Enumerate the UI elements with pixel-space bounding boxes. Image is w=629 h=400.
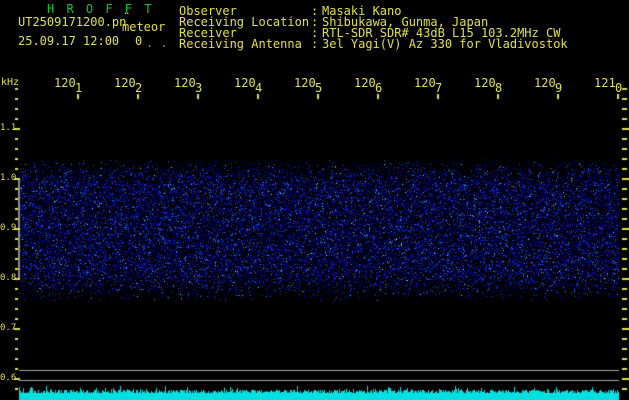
time-label: 120 2	[114, 76, 143, 95]
time-label-minute-digit: 3	[195, 81, 203, 95]
time-label: 120 3	[174, 76, 203, 95]
freq-label: 0.7	[0, 323, 17, 333]
info-value: 3el Yagi(V) Az 330 for Vladivostok	[322, 37, 568, 51]
time-label: 120 5	[294, 76, 323, 95]
info-label: Receiving Antenna	[179, 37, 302, 51]
time-label-minute-digit: 1	[75, 81, 83, 95]
spectrogram-canvas	[0, 0, 629, 400]
hrofft-output: H R O F F T UT2509171200.pn ¨ meteor 25.…	[0, 0, 629, 400]
time-label-minute-digit: 8	[495, 81, 503, 95]
freq-unit-label: kHz	[1, 77, 20, 88]
info-colon: :	[311, 37, 319, 51]
time-label: 120 1	[54, 76, 83, 95]
freq-label: 0.9	[0, 223, 17, 233]
time-label: 121 0	[594, 76, 623, 95]
info-row-antenna: Receiving Antenna : 3el Yagi(V) Az 330 f…	[0, 38, 629, 50]
time-label-minute-digit: 0	[615, 81, 623, 95]
freq-label: 0.8	[0, 273, 17, 283]
freq-label: 0.6	[0, 373, 17, 383]
freq-label: 1.1	[0, 123, 17, 133]
time-label-minute-digit: 7	[435, 81, 443, 95]
time-label: 120 4	[234, 76, 263, 95]
time-label-minute-digit: 5	[315, 81, 323, 95]
time-label-minute-digit: 4	[255, 81, 263, 95]
time-label: 120 9	[534, 76, 563, 95]
time-label: 120 8	[474, 76, 503, 95]
time-label-minute-digit: 6	[375, 81, 383, 95]
time-label-minute-digit: 2	[135, 81, 143, 95]
freq-label: 1.0	[0, 173, 17, 183]
time-label: 120 7	[414, 76, 443, 95]
time-label-minute-digit: 9	[555, 81, 563, 95]
time-label: 120 6	[354, 76, 383, 95]
